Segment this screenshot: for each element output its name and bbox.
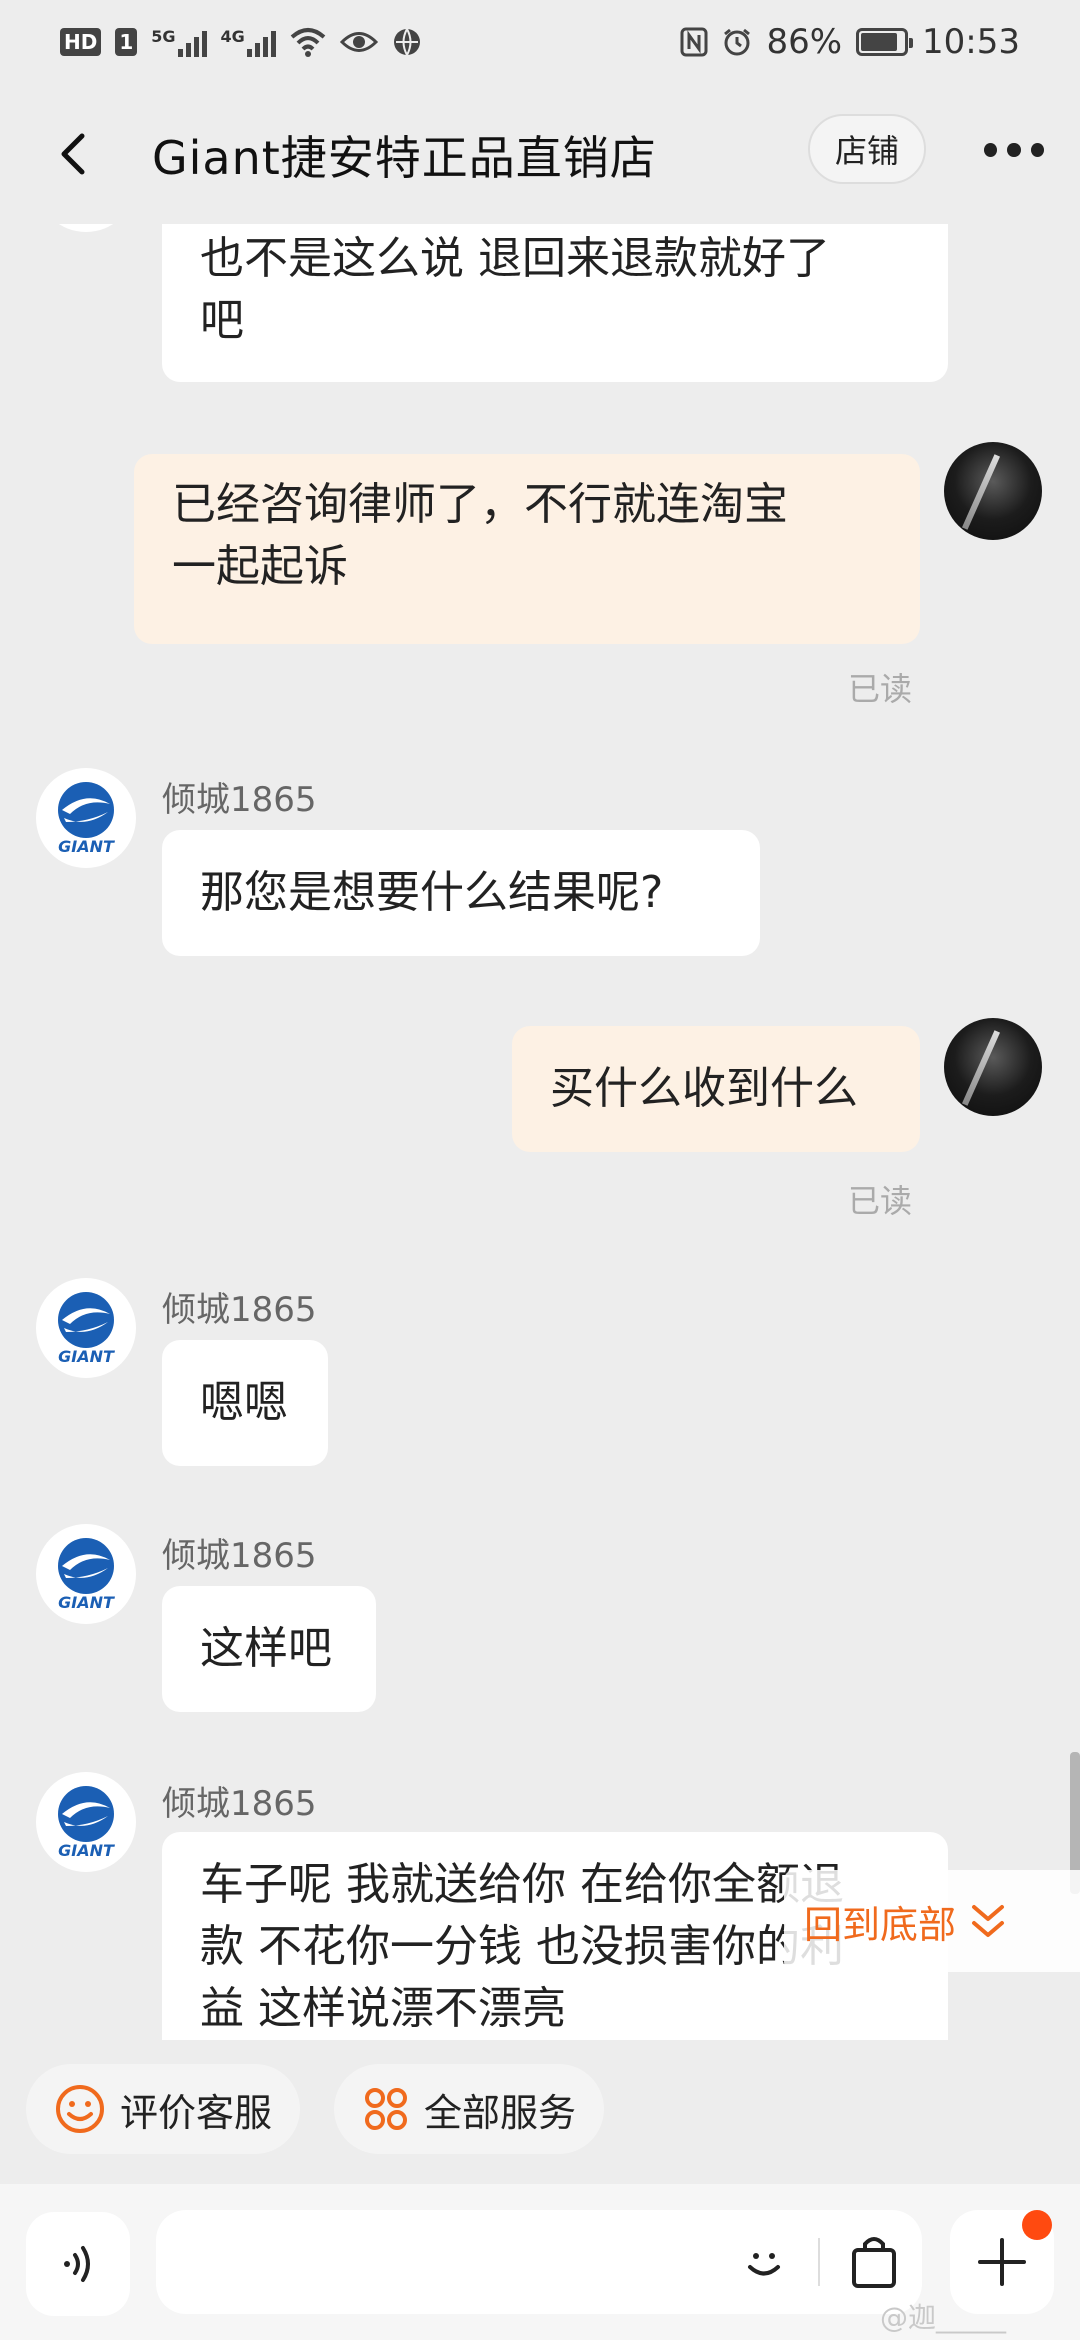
rate-service-label: 评价客服	[120, 2090, 273, 2135]
back-to-bottom-label: 回到底部	[804, 1902, 957, 1947]
back-to-bottom-button[interactable]: 回到底部	[784, 1870, 1080, 1972]
message-bubble-outgoing[interactable]: 买什么收到什么	[512, 1026, 920, 1152]
grid-icon	[365, 2088, 407, 2130]
all-services-button[interactable]: 全部服务	[334, 2064, 605, 2154]
seller-avatar[interactable]: GIANT	[36, 1278, 136, 1378]
chat-header: Giant捷安特正品直销店 店铺	[0, 84, 1080, 224]
back-arrow-icon[interactable]	[50, 124, 100, 184]
quick-actions: 评价客服 全部服务	[0, 2064, 1080, 2156]
voice-icon	[64, 2246, 90, 2282]
message-text: 已经咨询律师了，不行就连淘宝	[172, 479, 788, 530]
input-divider	[818, 2238, 820, 2286]
status-bar: HD 1 5G 4G 86% 10:53	[0, 0, 1080, 84]
seller-avatar[interactable]: GIANT	[36, 1524, 136, 1624]
notification-dot	[1022, 2210, 1052, 2240]
seller-avatar[interactable]: GIANT	[36, 1772, 136, 1872]
sender-name: 倾城1865	[162, 780, 317, 820]
message-text: 那您是想要什么结果呢?	[200, 867, 664, 918]
chat-messages[interactable]: 也不是这么说 退回来退款就好了 吧 已经咨询律师了，不行就连淘宝 一起起诉 已读…	[0, 224, 1080, 2040]
shopping-bag-icon[interactable]	[846, 2232, 902, 2292]
message-bubble[interactable]: 也不是这么说 退回来退款就好了 吧	[162, 224, 948, 382]
message-input-container[interactable]	[156, 2210, 922, 2314]
battery-icon	[856, 28, 914, 56]
read-receipt: 已读	[848, 670, 913, 708]
all-services-label: 全部服务	[424, 2090, 577, 2135]
status-left: HD 1 5G 4G	[60, 27, 422, 57]
message-input[interactable]	[180, 2232, 730, 2292]
sender-name: 倾城1865	[162, 1784, 317, 1824]
message-text: 一起起诉	[172, 541, 348, 592]
voice-button[interactable]	[26, 2212, 130, 2316]
sender-name: 倾城1865	[162, 1290, 317, 1330]
sim-icon: 1	[115, 28, 138, 56]
message-bubble[interactable]: 那您是想要什么结果呢?	[162, 830, 760, 956]
watermark: @迦_____	[880, 2301, 1007, 2334]
page-title: Giant捷安特正品直销店	[152, 131, 657, 185]
user-avatar[interactable]	[944, 442, 1042, 540]
wifi-icon	[290, 28, 326, 57]
double-chevron-down-icon	[972, 1905, 1005, 1937]
sender-name: 倾城1865	[162, 1536, 317, 1576]
rate-service-button[interactable]: 评价客服	[26, 2064, 301, 2154]
user-avatar[interactable]	[944, 1018, 1042, 1116]
smiley-icon	[56, 2085, 104, 2133]
message-text: 嗯嗯	[200, 1377, 288, 1428]
emoji-icon[interactable]	[736, 2234, 792, 2290]
message-text: 吧	[200, 295, 244, 346]
svg-text:GIANT: GIANT	[58, 837, 115, 856]
signal-4g-icon: 4G	[221, 27, 276, 57]
clock: 10:53	[922, 22, 1020, 62]
battery-percent: 86%	[766, 22, 843, 62]
svg-text:GIANT: GIANT	[58, 1593, 115, 1612]
more-options-icon[interactable]	[984, 138, 1044, 162]
vpn-globe-icon	[393, 28, 420, 56]
message-text: 这样吧	[200, 1623, 332, 1674]
message-bubble[interactable]: 这样吧	[162, 1586, 376, 1712]
status-right: 86% 10:53	[680, 22, 1020, 62]
read-receipt: 已读	[848, 1182, 913, 1220]
message-bubble[interactable]: 嗯嗯	[162, 1340, 328, 1466]
seller-avatar[interactable]	[36, 224, 136, 232]
message-text: 买什么收到什么	[550, 1063, 858, 1114]
seller-avatar[interactable]: GIANT	[36, 768, 136, 868]
eye-icon	[339, 32, 378, 52]
message-bubble-outgoing[interactable]: 已经咨询律师了，不行就连淘宝 一起起诉	[134, 454, 920, 644]
svg-text:GIANT: GIANT	[58, 1841, 115, 1860]
plus-icon	[978, 2238, 1026, 2286]
message-text: 益 这样说漂不漂亮	[200, 1983, 566, 2034]
signal-5g-icon: 5G	[151, 27, 207, 57]
hd-icon: HD	[60, 28, 102, 56]
shop-button[interactable]: 店铺	[808, 114, 926, 184]
nfc-icon	[680, 27, 708, 57]
svg-text:GIANT: GIANT	[58, 1347, 115, 1366]
alarm-icon	[724, 28, 751, 56]
message-text: 也不是这么说 退回来退款就好了	[200, 233, 830, 284]
